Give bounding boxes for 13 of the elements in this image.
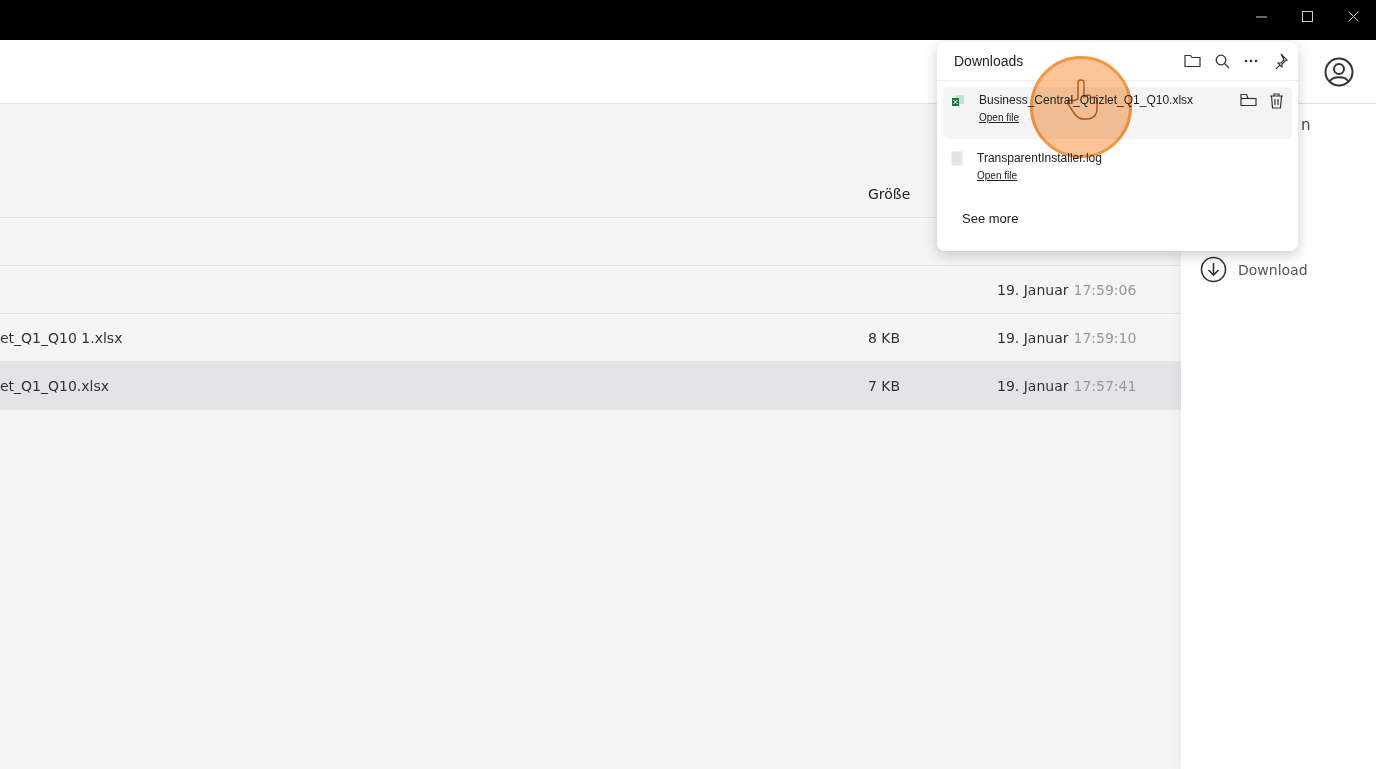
date-text: 19. Januar xyxy=(997,281,1069,298)
time-text: 17:59:06 xyxy=(1073,281,1137,298)
file-name: et_Q1_Q10.xlsx xyxy=(0,377,110,394)
file-size: 7 KB xyxy=(868,377,901,394)
flyout-title: Downloads xyxy=(954,53,1025,69)
date-text: 19. Januar xyxy=(997,329,1069,346)
file-name: et_Q1_Q10 1.xlsx xyxy=(0,329,123,346)
time-text: 17:57:41 xyxy=(1073,377,1137,394)
panel-text: n xyxy=(1301,116,1311,134)
time-text: 17:59:10 xyxy=(1073,329,1137,346)
file-size: 8 KB xyxy=(868,329,901,346)
date-text: 19. Januar xyxy=(997,377,1069,394)
file-name: TransparentInstaller.log xyxy=(977,151,1103,165)
